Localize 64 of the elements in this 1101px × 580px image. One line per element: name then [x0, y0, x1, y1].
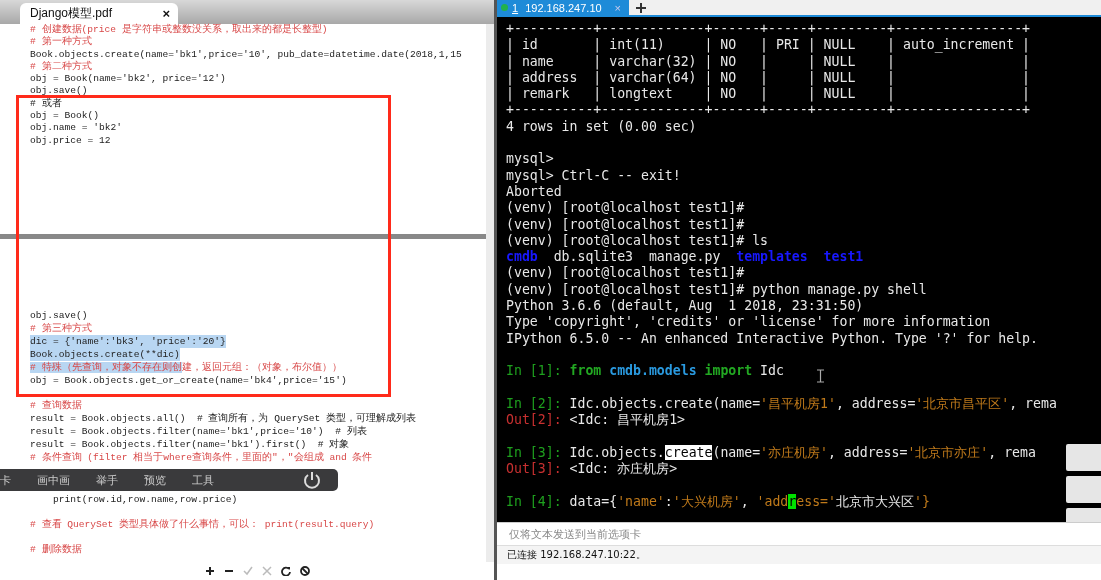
terminal-line: In [1]: from cmdb.models import Idc	[506, 363, 784, 380]
code-line: # 查看 QuerySet 类型具体做了什么事情，可以： print(result.query)	[30, 518, 375, 531]
code-line: obj.price = 12	[30, 134, 111, 147]
terminal-line: Type 'copyright', 'credits' or 'license' for more information	[506, 314, 991, 331]
terminal-line: cmdb db.sqlite3 manage.py templates test1	[506, 249, 864, 266]
session-tab[interactable]: 1 192.168.247.10 ×	[497, 0, 629, 15]
terminal-line: +----------+-------------+------+-----+---------+----------------+	[506, 102, 1030, 119]
plus-icon[interactable]	[635, 1, 647, 14]
toolbar-item[interactable]: 画中画	[37, 472, 70, 488]
code-line: # 第三种方式	[30, 322, 92, 335]
code-line: obj = Book()	[30, 110, 100, 123]
terminal-line: In [4]: data={'name':'大兴机房', 'add ress='北京市大兴区'}	[506, 493, 930, 510]
document-tab[interactable]: Django模型.pdf ×	[20, 3, 178, 24]
toolbar-item[interactable]: 预览	[144, 472, 166, 488]
plus-icon[interactable]	[205, 566, 215, 576]
terminal-line: | name | varchar(32) | NO | | NULL | |	[506, 53, 1030, 70]
terminal-line: (venv) [root@localhost test1]# python manage.py shell	[506, 281, 927, 299]
code-line: # 第二种方式	[30, 60, 92, 74]
code-line: # 第一种方式	[30, 36, 92, 49]
code-line: obj = Book(name='bk2', price='12')	[30, 73, 226, 86]
close-icon[interactable]: ×	[162, 6, 170, 21]
code-line: # 特殊（先查询，对象不存在则创建，返回元组：（对象，布尔值））	[30, 361, 342, 374]
terminal-line: mysql>	[506, 151, 554, 168]
toolbar-item[interactable]: 举手	[96, 472, 118, 488]
refresh-icon[interactable]	[281, 566, 291, 576]
code-line: obj.save()	[30, 309, 88, 322]
check-icon[interactable]	[243, 566, 253, 576]
code-line: # 条件查询 (filter 相当于where查询条件，里面的"，"会组成 and 条件	[30, 451, 373, 464]
code-line: result = Book.objects.filter(name='bk1').first() # 对象	[30, 438, 350, 451]
terminal-line: | remark | longtext | NO | | NULL | |	[506, 86, 1030, 103]
code-line: result = Book.objects.filter(name='bk1',price='10') # 列表	[30, 425, 367, 438]
code-line: obj = Book.objects.get_or_create(name='bk4',price='15')	[30, 374, 347, 387]
block-icon[interactable]	[300, 566, 310, 576]
terminal-line: (venv) [root@localhost test1]#	[506, 200, 745, 217]
code-line: print(row.id,row.name,row.price)	[52, 493, 238, 506]
terminal-line: (venv) [root@localhost test1]#	[506, 216, 745, 233]
toolbar-item[interactable]: 工具	[192, 472, 214, 488]
terminal-line: | id | int(11) | NO | PRI | NULL | auto_increment |	[506, 37, 1030, 54]
terminal-line: Out[2]: <Idc: 昌平机房1>	[506, 412, 686, 429]
terminal-line: Aborted	[506, 183, 562, 201]
code-line: # 查询数据	[30, 399, 82, 412]
terminal-line: | address | varchar(64) | NO | | NULL | |	[506, 69, 1030, 87]
code-line: obj.save()	[30, 85, 88, 98]
terminal-line: Out[3]: <Idc: 亦庄机房>	[506, 461, 678, 478]
toolbar-item[interactable]: 卡	[0, 472, 11, 488]
code-line: result = Book.objects.all() # 查询所有，为 QuerySet 类型，可理解成列表	[30, 412, 417, 425]
terminal-line: +----------+-------------+------+-----+---------+----------------+	[506, 21, 1030, 38]
power-icon[interactable]	[302, 470, 322, 490]
terminal-line: (venv) [root@localhost test1]# ls	[506, 232, 768, 250]
status-bar: 已连接 192.168.247.10:22。	[497, 545, 1101, 564]
code-line: # 或者	[30, 97, 62, 111]
terminal-line: 4 rows in set (0.00 sec)	[506, 118, 697, 136]
terminal-line: mysql> Ctrl-C -- exit!	[506, 167, 681, 184]
code-line: Book.objects.create(name='bk1',price='10', pub_date=datetime.date(2018,1,15	[30, 48, 462, 60]
code-line: obj.name = 'bk2'	[30, 122, 123, 135]
terminal-line: Python 3.6.6 (default, Aug 1 2018, 23:31:50)	[506, 298, 864, 315]
text-cursor-icon	[817, 369, 824, 383]
code-line: # 删除数据	[30, 543, 82, 556]
terminal-line: IPython 6.5.0 -- An enhanced Interactive Python. Type '?' for help.	[506, 330, 1038, 347]
code-line: # 创建数据(price 是字符串或整数没关系，取出来的都是长整型)	[30, 24, 328, 35]
terminal-line: In [2]: Idc.objects.create(name='昌平机房1', address='北京市昌平区', rema	[506, 395, 1057, 413]
terminal-line: (venv) [root@localhost test1]#	[506, 265, 745, 282]
status-dot-icon	[501, 4, 508, 11]
terminal-line: In [3]: Idc.objects.create(name='亦庄机房', address='北京市亦庄', rema	[506, 444, 1036, 461]
